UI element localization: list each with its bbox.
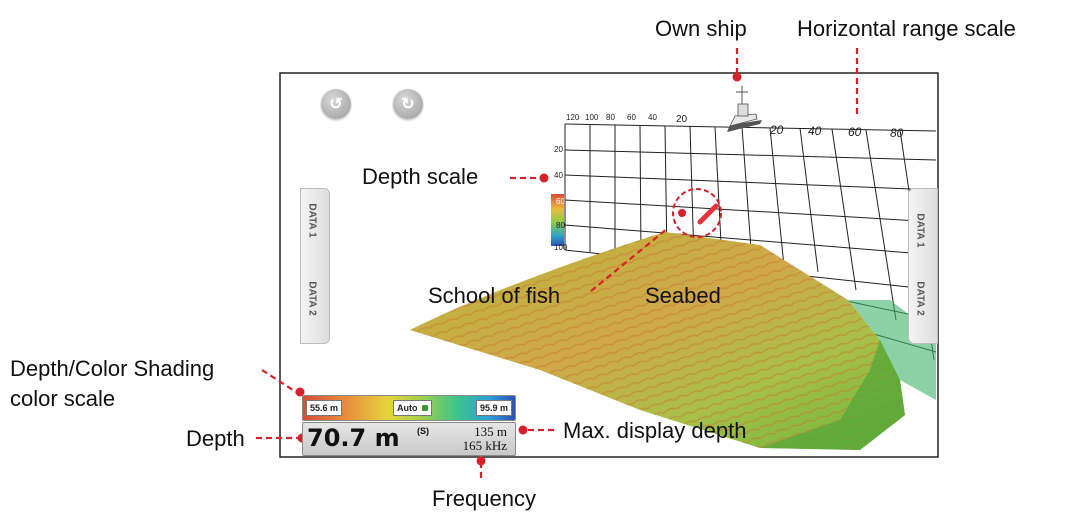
- range-tick: 80: [606, 113, 615, 122]
- callout-own-ship: Own ship: [655, 16, 747, 41]
- frequency-value: 165 kHz: [462, 438, 507, 453]
- color-scale-mode-label: Auto: [397, 403, 418, 413]
- callout-max-display-depth: Max. display depth: [563, 418, 747, 443]
- range-tick: 60: [627, 113, 636, 122]
- range-tick: 60: [848, 125, 862, 139]
- depth-tick: 100: [554, 243, 568, 252]
- depth-tick: 40: [554, 171, 563, 180]
- redo-icon: ↻: [401, 96, 415, 113]
- range-tick: 20: [676, 114, 688, 125]
- tab-data-1-right: DATA 1: [914, 213, 926, 248]
- callout-frequency: Frequency: [432, 486, 536, 511]
- callout-horizontal-range-scale: Horizontal range scale: [797, 16, 1016, 41]
- undo-button[interactable]: ↺: [321, 89, 351, 119]
- color-scale-max: 95.9 m: [475, 400, 512, 416]
- depth-color-shading-scale[interactable]: 55.6 m Auto 95.9 m: [302, 395, 516, 421]
- range-tick: 40: [648, 113, 657, 122]
- callout-school-of-fish: School of fish: [428, 283, 561, 308]
- range-tick: 120: [566, 113, 580, 122]
- callout-seabed: Seabed: [645, 283, 721, 308]
- right-data-tab[interactable]: DATA 1 DATA 2: [908, 188, 938, 344]
- range-tick: 20: [769, 123, 784, 137]
- left-data-tab[interactable]: DATA 1 DATA 2: [300, 188, 330, 344]
- depth-tick: 20: [554, 145, 563, 154]
- depth-value: 70.7 m: [307, 424, 400, 452]
- range-tick: 80: [890, 126, 904, 140]
- range-tick: 40: [808, 124, 822, 138]
- undo-icon: ↺: [329, 96, 343, 113]
- depth-tick: 60: [556, 197, 565, 206]
- tab-data-1-left: DATA 1: [306, 203, 318, 238]
- callout-color-scale-line2: color scale: [10, 386, 116, 411]
- tab-data-2-right: DATA 2: [914, 281, 926, 316]
- callout-color-scale-line1: Depth/Color Shading: [10, 356, 215, 381]
- depth-readout-panel: 70.7 m (S) 135 m 165 kHz: [302, 422, 516, 456]
- tab-data-2-left: DATA 2: [306, 281, 318, 316]
- color-scale-mode[interactable]: Auto: [393, 400, 433, 416]
- color-scale-min: 55.6 m: [306, 400, 343, 416]
- callout-depth-scale: Depth scale: [362, 164, 479, 189]
- depth-tick: 80: [556, 221, 565, 230]
- redo-button[interactable]: ↻: [393, 89, 423, 119]
- callout-depth: Depth: [186, 426, 245, 451]
- auto-indicator-icon: [422, 405, 429, 411]
- depth-mode: (S): [417, 426, 429, 436]
- range-tick: 100: [585, 113, 599, 122]
